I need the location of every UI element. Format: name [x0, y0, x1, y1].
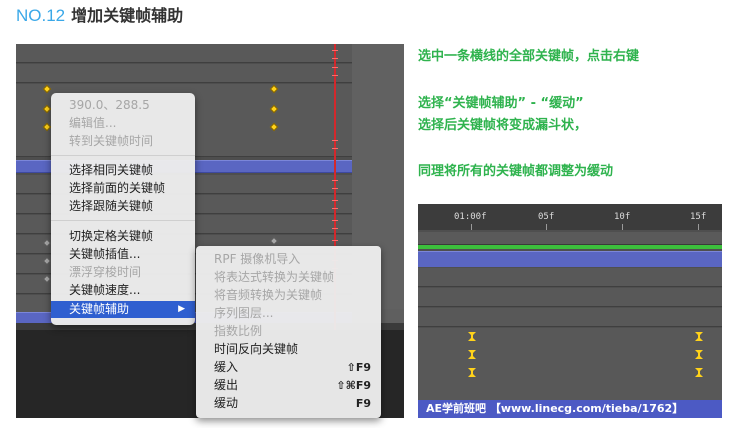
- easy-ease-keyframe-icon[interactable]: [468, 332, 476, 341]
- keyframe-assistant-submenu: RPF 摄像机导入 将表达式转换为关键帧 将音频转换为关键帧 序列图层... 指…: [196, 246, 381, 418]
- submenu-item-convert-expression[interactable]: 将表达式转换为关键帧: [196, 269, 381, 286]
- timeline-row[interactable]: [418, 288, 722, 307]
- timeline-row[interactable]: [418, 364, 722, 383]
- timeline-row[interactable]: [418, 268, 722, 287]
- ruler-tickmark: [471, 224, 472, 230]
- submenu-item-easy-ease[interactable]: 缓动 F9: [196, 395, 381, 412]
- timeline-panel-right: 01:00f 05f 10f 15f AE学前班吧 【www.linecg.co…: [418, 204, 722, 418]
- ruler-tickmark: [698, 224, 699, 230]
- timeline-row[interactable]: [418, 328, 722, 347]
- menu-separator: [51, 155, 195, 156]
- timeline-row[interactable]: [16, 64, 352, 83]
- playhead-marker-icon: [332, 200, 338, 209]
- instruction-line: 选中一条横线的全部关键帧，点击右键: [418, 49, 640, 64]
- step-title: 增加关键帧辅助: [71, 6, 184, 25]
- menu-separator: [51, 220, 195, 221]
- shortcut-label: ⇧⌘F9: [336, 379, 371, 392]
- submenu-item-exponential-scale[interactable]: 指数比例: [196, 323, 381, 340]
- instruction-line: 选择“关键帧辅助” - “缓动”: [418, 96, 584, 111]
- instruction-line: 选择后关键帧将变成漏斗状，: [418, 118, 588, 133]
- menu-item-goto-keyframe-time[interactable]: 转到关键帧时间: [51, 133, 195, 150]
- menu-item-toggle-hold-keyframe[interactable]: 切换定格关键帧: [51, 228, 195, 245]
- submenu-item-convert-audio[interactable]: 将音频转换为关键帧: [196, 287, 381, 304]
- submenu-item-sequence-layers[interactable]: 序列图层...: [196, 305, 381, 322]
- playhead-marker-icon: [332, 50, 338, 59]
- timeline-row[interactable]: [418, 308, 722, 327]
- shortcut-label: ⇧F9: [346, 361, 371, 374]
- menu-item-select-previous-keyframes[interactable]: 选择前面的关键帧: [51, 180, 195, 197]
- ruler-tick-label: 10f: [614, 212, 631, 222]
- selected-layer-bar[interactable]: [418, 251, 722, 267]
- keyframe-context-menu: 390.0、288.5 编辑值... 转到关键帧时间 选择相同关键帧 选择前面的…: [51, 93, 195, 325]
- menu-item-keyframe-assistant[interactable]: 关键帧辅助 ▶: [51, 301, 195, 318]
- menu-item-keyframe-velocity[interactable]: 关键帧速度...: [51, 282, 195, 299]
- playhead-marker-icon: [332, 220, 338, 229]
- menu-item-value: 390.0、288.5: [69, 98, 150, 112]
- menu-item-edit-value[interactable]: 编辑值...: [51, 115, 195, 132]
- step-number: NO.12: [16, 6, 66, 25]
- ruler-tickmark: [546, 224, 547, 230]
- ruler-tickmark: [622, 224, 623, 230]
- ram-preview-bar: [418, 245, 722, 249]
- timeline-row[interactable]: [16, 44, 352, 63]
- easy-ease-keyframe-icon[interactable]: [695, 368, 703, 377]
- easy-ease-keyframe-icon[interactable]: [695, 332, 703, 341]
- playhead-marker-icon: [332, 67, 338, 76]
- ruler-tick-label: 15f: [690, 212, 707, 222]
- submenu-item-rpf-camera-import[interactable]: RPF 摄像机导入: [196, 251, 381, 268]
- work-area-bar[interactable]: [418, 232, 722, 245]
- menu-item-select-equal-keyframes[interactable]: 选择相同关键帧: [51, 162, 195, 179]
- shortcut-label: F9: [355, 397, 371, 410]
- ruler-tick-label: 05f: [538, 212, 555, 222]
- timeline-row[interactable]: [418, 346, 722, 365]
- ruler-tick-label: 01:00f: [454, 212, 487, 222]
- playhead-marker-icon: [332, 180, 338, 189]
- submenu-item-easy-ease-in[interactable]: 缓入 ⇧F9: [196, 359, 381, 376]
- watermark: AE学前班吧 【www.linecg.com/tieba/1762】: [418, 400, 722, 418]
- submenu-item-time-reverse[interactable]: 时间反向关键帧: [196, 341, 381, 358]
- time-ruler[interactable]: 01:00f 05f 10f 15f: [418, 204, 722, 230]
- easy-ease-keyframe-icon[interactable]: [695, 350, 703, 359]
- menu-item-keyframe-interpolation[interactable]: 关键帧插值...: [51, 246, 195, 263]
- triangle-right-icon: ▶: [178, 304, 185, 314]
- page-heading: NO.12 增加关键帧辅助: [16, 6, 183, 26]
- playhead-marker-icon: [332, 140, 338, 149]
- timeline-row[interactable]: [418, 382, 722, 401]
- easy-ease-keyframe-icon[interactable]: [468, 350, 476, 359]
- instruction-line: 同理将所有的关键帧都调整为缓动: [418, 164, 614, 179]
- easy-ease-keyframe-icon[interactable]: [468, 368, 476, 377]
- submenu-item-easy-ease-out[interactable]: 缓出 ⇧⌘F9: [196, 377, 381, 394]
- menu-item-select-following-keyframes[interactable]: 选择跟随关键帧: [51, 198, 195, 215]
- menu-item-rove-across-time[interactable]: 漂浮穿梭时间: [51, 264, 195, 281]
